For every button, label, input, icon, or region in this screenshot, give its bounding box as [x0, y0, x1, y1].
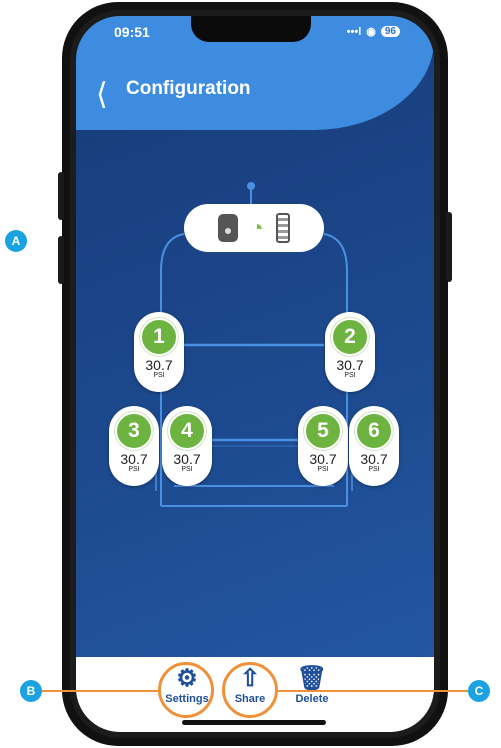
sensor-unit: PSI [317, 466, 329, 473]
wifi-icon: ◔ [250, 215, 264, 240]
sensor-unit: PSI [344, 372, 356, 379]
back-arrow-icon[interactable]: ⟨ [96, 80, 108, 110]
sensor-3[interactable]: 3 30.7 PSI [109, 406, 159, 486]
sensor-pressure: 30.7 [145, 357, 173, 373]
settings-highlight-ring [158, 662, 214, 718]
battery-indicator: 96 [380, 26, 400, 37]
callout-a: A [5, 230, 27, 252]
sensor-5[interactable]: 5 30.7 PSI [298, 406, 348, 486]
sensor-number: 6 [355, 412, 393, 450]
sensor-1[interactable]: 1 30.7 PSI [134, 312, 184, 392]
status-time: 09:51 [114, 24, 150, 40]
sensor-number: 4 [168, 412, 206, 450]
sensor-pressure: 30.7 [120, 451, 148, 467]
sensor-number: 3 [115, 412, 153, 450]
callout-c: C [468, 680, 490, 702]
phone-screen: 09:51 •••l ◉ 96 ⟨ Configuration ◔ 1 30.7… [76, 16, 434, 732]
notch [191, 16, 311, 42]
sensor-4[interactable]: 4 30.7 PSI [162, 406, 212, 486]
sensor-pressure: 30.7 [173, 451, 201, 467]
share-highlight-ring [222, 662, 278, 718]
sensor-unit: PSI [368, 466, 380, 473]
sensor-pressure: 30.7 [336, 357, 364, 373]
gateway-device[interactable]: ◔ [184, 204, 324, 252]
battery-icon [275, 213, 290, 243]
callout-c-line [278, 690, 468, 692]
callout-b-line [42, 690, 158, 692]
power-button [446, 212, 452, 282]
trash-icon: 🗑 [296, 665, 328, 692]
status-icons: •••l ◉ 96 [347, 25, 400, 38]
volume-up-button [58, 172, 64, 220]
sensor-unit: PSI [153, 372, 165, 379]
home-indicator [182, 720, 326, 725]
signal-icon: •••l [346, 25, 362, 38]
page-title: Configuration [126, 78, 251, 99]
sensor-number: 5 [304, 412, 342, 450]
sensor-unit: PSI [181, 466, 193, 473]
sensor-pressure: 30.7 [309, 451, 337, 467]
callout-b: B [20, 680, 42, 702]
sensor-pressure: 30.7 [360, 451, 388, 467]
delete-button[interactable]: 🗑 Delete [282, 665, 342, 705]
sensor-number: 2 [331, 318, 369, 356]
sensor-2[interactable]: 2 30.7 PSI [325, 312, 375, 392]
sensor-unit: PSI [128, 466, 140, 473]
wifi-status-icon: ◉ [366, 26, 376, 38]
sensor-6[interactable]: 6 30.7 PSI [349, 406, 399, 486]
volume-down-button [58, 236, 64, 284]
delete-label: Delete [295, 693, 329, 705]
sensor-number: 1 [140, 318, 178, 356]
hub-icon [218, 214, 239, 242]
